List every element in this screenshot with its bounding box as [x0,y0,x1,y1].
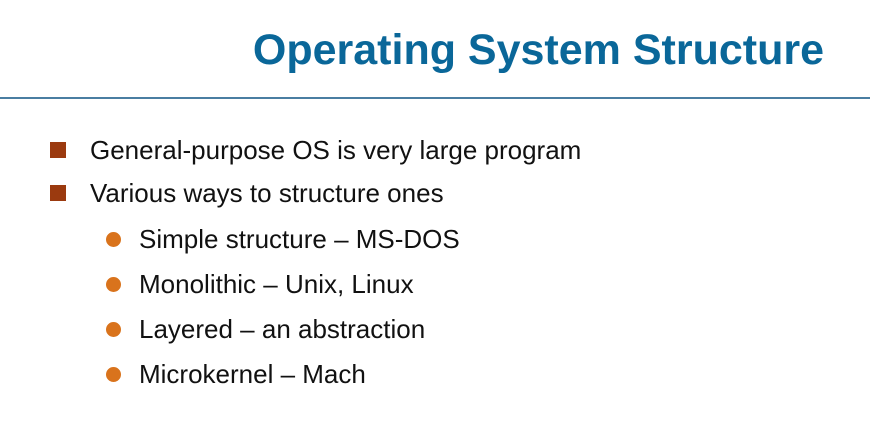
square-bullet-icon [50,142,66,158]
circle-bullet-icon [106,321,121,337]
sub-bullet-text: Microkernel – Mach [139,359,366,389]
slide-title: Operating System Structure [252,26,824,74]
sub-bullet-item: Monolithic – Unix, Linux [106,268,414,300]
sub-bullet-item: Simple structure – MS-DOS [106,223,460,255]
bullet-item: Various ways to structure ones [50,177,444,209]
sub-bullet-item: Microkernel – Mach [106,358,366,390]
sub-bullet-text: Monolithic – Unix, Linux [139,269,414,299]
bullet-text: Various ways to structure ones [90,178,444,208]
circle-bullet-icon [106,276,121,292]
sub-bullet-item: Layered – an abstraction [106,313,425,345]
circle-bullet-icon [106,366,121,382]
square-bullet-icon [50,185,66,201]
bullet-text: General-purpose OS is very large program [90,135,582,165]
sub-bullet-text: Layered – an abstraction [139,314,426,344]
title-divider [0,97,870,99]
bullet-item: General-purpose OS is very large program [50,134,581,166]
circle-bullet-icon [106,231,121,247]
sub-bullet-text: Simple structure – MS-DOS [139,224,460,254]
